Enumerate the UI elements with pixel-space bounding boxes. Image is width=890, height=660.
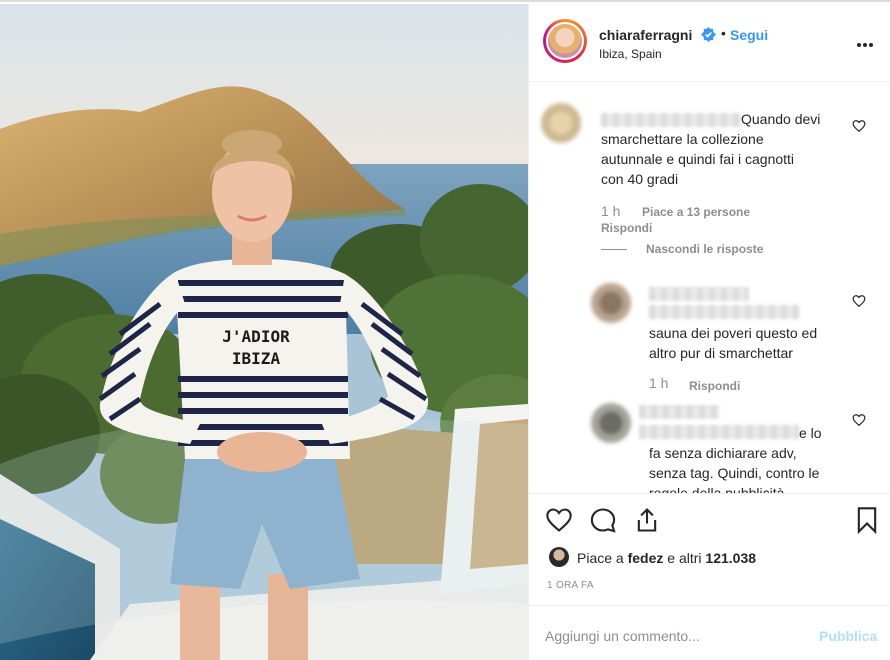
publish-button[interactable]: Pubblica — [819, 628, 877, 644]
replier-name-blurred[interactable] — [639, 405, 719, 419]
comment-text-line: Quando devi — [741, 111, 821, 127]
post-header: chiaraferragni • Segui Ibiza, Spain — [529, 4, 890, 82]
comment-time: 1 h — [601, 203, 621, 219]
reply-text-line: senza tag. Quindi, contro le — [649, 465, 820, 481]
verified-badge-icon — [701, 27, 716, 42]
post-window: J'ADIOR IBIZA chiaraferragni • Segui Ibi… — [0, 0, 890, 660]
reply-meta: 1 h — [649, 375, 668, 391]
commenter-avatar[interactable] — [541, 103, 581, 143]
likes-suffix: e altri — [663, 550, 706, 566]
replier-name-blurred[interactable] — [649, 305, 799, 319]
follow-button[interactable]: Segui — [730, 27, 768, 43]
add-comment-bar: Aggiungi un commento... Pubblica — [529, 605, 890, 660]
hide-replies-button[interactable]: Nascondi le risposte — [646, 242, 763, 256]
reply-text-line: sauna dei poveri questo ed — [649, 325, 818, 341]
comment-text-line: autunnale e quindi fai i cagnotti — [601, 151, 795, 167]
likes-text[interactable]: Piace a fedez e altri 121.038 — [577, 550, 756, 566]
comment-text-line: con 40 gradi — [601, 171, 679, 187]
post-actions — [529, 493, 890, 547]
sweater-print: J'ADIOR IBIZA — [216, 326, 296, 370]
replier-name-blurred[interactable] — [649, 287, 749, 301]
post-time: 1 ORA FA — [547, 580, 594, 591]
comment-likes[interactable]: Piace a 13 persone — [642, 205, 750, 219]
replies-divider — [601, 249, 627, 250]
header-separator: • — [721, 25, 726, 41]
sweater-text-line1: J'ADIOR — [222, 327, 290, 346]
share-icon[interactable] — [633, 506, 661, 534]
liker-avatar[interactable] — [549, 547, 569, 567]
replier-avatar[interactable] — [591, 283, 631, 323]
avatar[interactable] — [546, 22, 584, 60]
reply-like-heart-icon[interactable] — [852, 413, 866, 427]
reply-text-line: regole della pubblicità — [649, 485, 785, 493]
comment-text-line: smarchettare la collezione — [601, 131, 764, 147]
replier-name-blurred[interactable] — [639, 425, 799, 439]
comments-list[interactable]: Quando devi smarchettare la collezione a… — [529, 83, 890, 493]
reply-reply-button[interactable]: Rispondi — [689, 379, 740, 393]
reply-like-heart-icon[interactable] — [852, 294, 866, 308]
post-photo[interactable]: J'ADIOR IBIZA — [0, 4, 528, 660]
story-ring[interactable] — [543, 19, 587, 63]
comment-input[interactable]: Aggiungi un commento... — [545, 628, 700, 644]
replier-avatar[interactable] — [591, 403, 631, 443]
reply-time: 1 h — [649, 375, 669, 391]
commenter-name-blurred[interactable] — [601, 113, 741, 127]
likes-user[interactable]: fedez — [628, 550, 664, 566]
more-options-icon[interactable] — [857, 34, 879, 48]
reply-text-line: e lo — [799, 425, 822, 441]
likes-summary: Piace a fedez e altri 121.038 — [529, 545, 890, 571]
comment-reply-button[interactable]: Rispondi — [601, 221, 652, 235]
comment-like-heart-icon[interactable] — [852, 119, 866, 133]
sweater-text-line2: IBIZA — [231, 349, 281, 368]
location-link[interactable]: Ibiza, Spain — [599, 47, 662, 61]
heart-icon[interactable] — [545, 506, 573, 534]
reply-text-line: altro pur di smarchettar — [649, 345, 793, 361]
likes-count[interactable]: 121.038 — [705, 550, 756, 566]
comment-icon[interactable] — [589, 506, 617, 534]
bookmark-icon[interactable] — [853, 506, 881, 534]
comment-meta: 1 h — [601, 203, 620, 219]
likes-prefix: Piace a — [577, 550, 628, 566]
username[interactable]: chiaraferragni — [599, 27, 692, 43]
post-panel: chiaraferragni • Segui Ibiza, Spain Quan… — [528, 4, 890, 660]
reply-text-line: fa senza dichiarare adv, — [649, 445, 797, 461]
